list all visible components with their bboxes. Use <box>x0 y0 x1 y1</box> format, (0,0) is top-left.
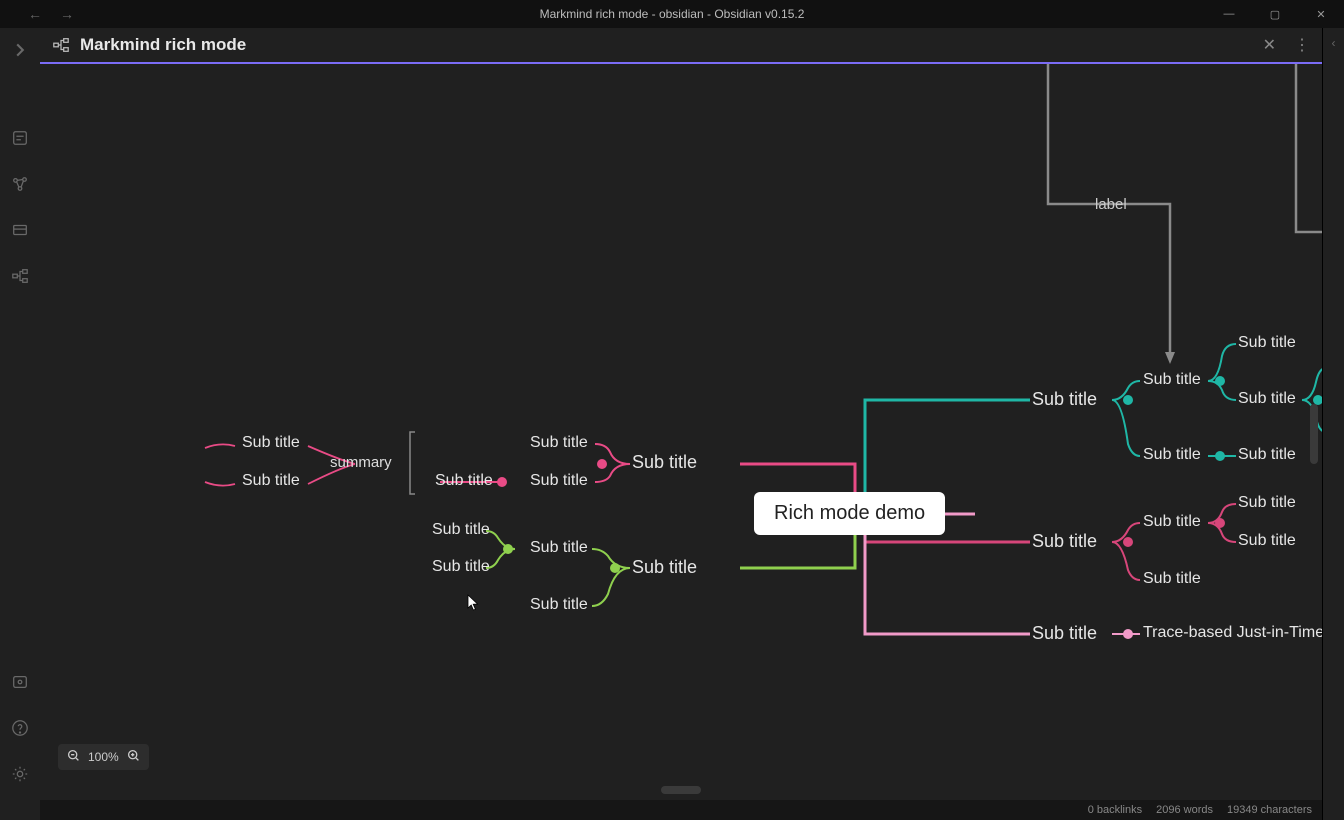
mindmap-canvas[interactable]: Rich mode demo Sub title Sub title Sub t… <box>40 64 1322 800</box>
horizontal-scrollbar[interactable] <box>661 786 701 794</box>
node-teal-leaf-a[interactable]: Sub title <box>1238 334 1296 352</box>
help-icon[interactable] <box>8 716 32 740</box>
vault-icon[interactable] <box>8 670 32 694</box>
tab-title: Markmind rich mode <box>80 35 246 55</box>
node-crimson-leaf-b[interactable]: Sub title <box>242 472 300 490</box>
node-teal-mid2[interactable]: Sub title <box>1143 446 1201 464</box>
status-bar: 0 backlinks 2096 words 19349 characters <box>40 800 1322 820</box>
arrow-label[interactable]: label <box>1095 196 1127 213</box>
left-rail <box>0 28 40 820</box>
vertical-scrollbar[interactable] <box>1310 404 1318 464</box>
node-rose-leaf-a[interactable]: Sub title <box>1238 494 1296 512</box>
graph-icon[interactable] <box>8 172 32 196</box>
zoom-level: 100% <box>88 750 119 764</box>
node-crimson-mid-b[interactable]: Sub title <box>530 472 588 490</box>
zoom-in-button[interactable] <box>127 749 140 765</box>
expand-right-icon[interactable]: ‹ <box>1332 36 1336 50</box>
status-backlinks: 0 backlinks <box>1088 804 1142 816</box>
mindmap-file-icon <box>52 36 70 54</box>
maximize-button[interactable]: ▢ <box>1252 0 1298 28</box>
node-rose-main[interactable]: Sub title <box>1032 531 1097 552</box>
settings-icon[interactable] <box>8 762 32 786</box>
node-crimson-main[interactable]: Sub title <box>632 452 697 473</box>
canvas-icon[interactable] <box>8 218 32 242</box>
right-rail: ‹ <box>1322 28 1344 820</box>
node-teal-leaf-c[interactable]: Sub title <box>1238 446 1296 464</box>
status-words: 2096 words <box>1156 804 1213 816</box>
minimize-button[interactable]: — <box>1206 0 1252 28</box>
more-options-button[interactable]: ⋮ <box>1294 35 1310 55</box>
zoom-control: 100% <box>58 744 149 770</box>
mindmap-icon[interactable] <box>8 264 32 288</box>
node-pink-leaf[interactable]: Trace-based Just-in-Time <box>1143 624 1322 642</box>
mindmap-root[interactable]: Rich mode demo <box>754 492 945 535</box>
forward-button[interactable]: → <box>60 6 74 22</box>
node-green-leaf-a[interactable]: Sub title <box>432 521 490 539</box>
node-green-mid-a[interactable]: Sub title <box>530 539 588 557</box>
node-green-mid-b[interactable]: Sub title <box>530 596 588 614</box>
tab-bar: Markmind rich mode ✕ ⋮ <box>40 28 1322 64</box>
node-pink-main[interactable]: Sub title <box>1032 623 1097 644</box>
mindmap-connectors <box>40 64 1322 800</box>
expand-left-icon[interactable] <box>8 38 32 62</box>
node-crimson-leaf-a[interactable]: Sub title <box>242 434 300 452</box>
node-green-leaf-b[interactable]: Sub title <box>432 558 490 576</box>
zoom-out-button[interactable] <box>67 749 80 765</box>
node-crimson-sub[interactable]: Sub title <box>435 472 493 490</box>
node-teal-mid[interactable]: Sub title <box>1143 371 1201 389</box>
node-teal-leaf-b[interactable]: Sub title <box>1238 390 1296 408</box>
window-title: Markmind rich mode - obsidian - Obsidian… <box>540 7 805 21</box>
titlebar: ← → Markmind rich mode - obsidian - Obsi… <box>0 0 1344 28</box>
quick-switcher-icon[interactable] <box>8 126 32 150</box>
node-teal-main[interactable]: Sub title <box>1032 389 1097 410</box>
node-rose-leaf-b[interactable]: Sub title <box>1238 532 1296 550</box>
node-rose-mid[interactable]: Sub title <box>1143 513 1201 531</box>
close-tab-button[interactable]: ✕ <box>1263 35 1276 55</box>
back-button[interactable]: ← <box>28 6 42 22</box>
node-rose-mid2[interactable]: Sub title <box>1143 570 1201 588</box>
node-crimson-mid-a[interactable]: Sub title <box>530 434 588 452</box>
close-window-button[interactable]: ✕ <box>1298 0 1344 28</box>
node-green-main[interactable]: Sub title <box>632 557 697 578</box>
status-chars: 19349 characters <box>1227 804 1312 816</box>
summary-label[interactable]: summary <box>330 454 392 471</box>
